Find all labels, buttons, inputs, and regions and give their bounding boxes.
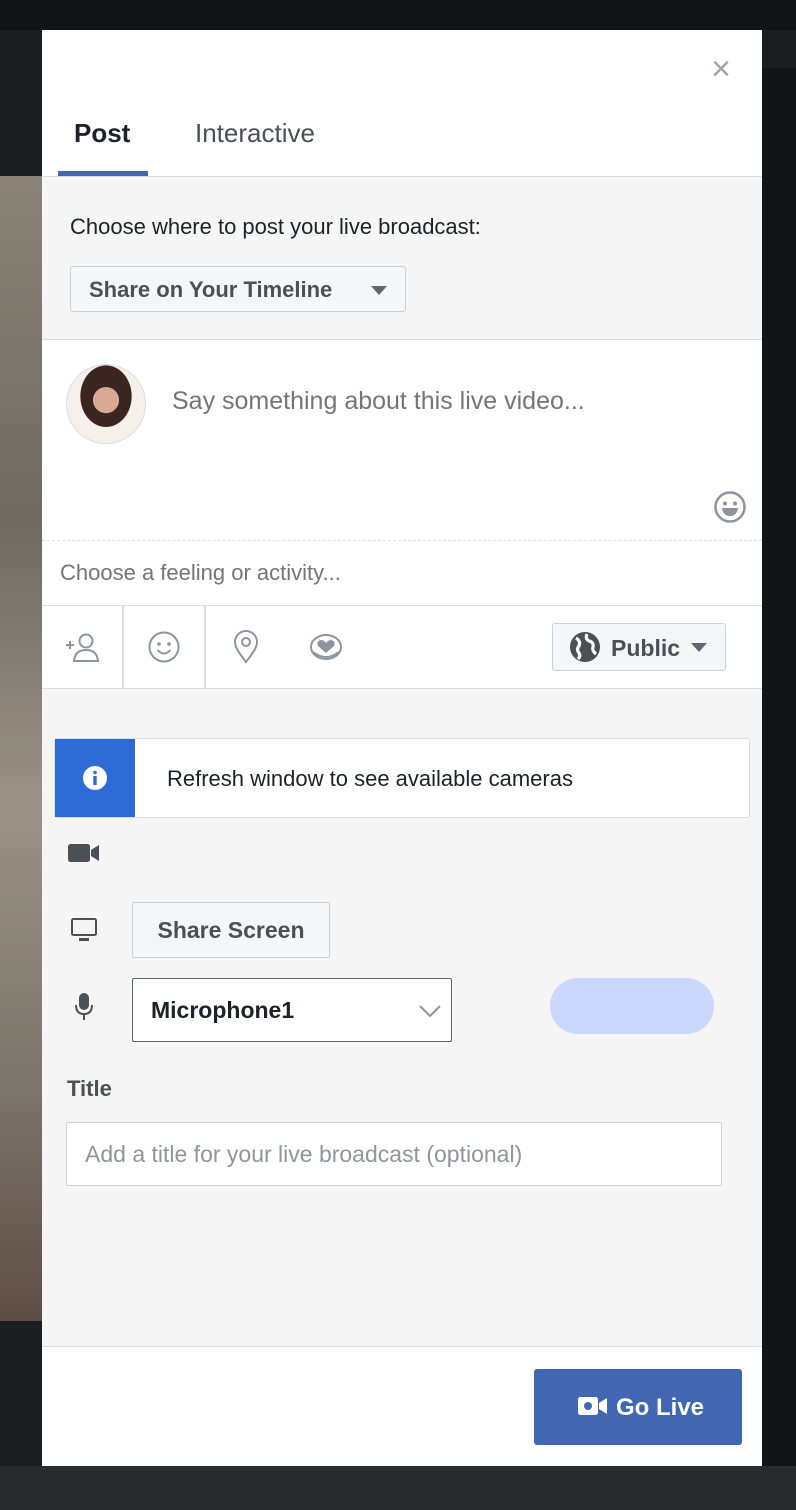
globe-icon: [570, 632, 600, 662]
chevron-down-icon: [419, 1005, 441, 1018]
avatar: [66, 364, 146, 444]
support-nonprofit-icon: [310, 634, 342, 660]
info-side-panel: [55, 739, 135, 817]
title-input[interactable]: [66, 1122, 722, 1186]
audience-selector[interactable]: Public: [552, 623, 726, 671]
compose-area: [42, 339, 762, 540]
tab-interactive[interactable]: Interactive: [195, 118, 315, 149]
location-icon: [233, 630, 259, 664]
microphone-label: Microphone1: [151, 997, 295, 1023]
microphone-icon: [75, 993, 93, 1020]
emoji-button[interactable]: [714, 491, 746, 523]
dialog-header: × Post Interactive: [42, 30, 762, 177]
background-bottom-bar: [0, 1466, 796, 1510]
info-notice: Refresh window to see available cameras: [54, 738, 750, 818]
info-icon: [83, 766, 107, 790]
title-label: Title: [67, 1076, 112, 1101]
feeling-row: [42, 540, 762, 606]
caret-down-icon: [371, 286, 387, 295]
monitor-icon: [71, 918, 97, 941]
go-live-label: Go Live: [616, 1394, 705, 1421]
live-video-dialog: × Post Interactive Choose where to post …: [42, 30, 762, 1466]
caret-down-icon: [691, 643, 707, 652]
support-nonprofit-button[interactable]: [286, 606, 366, 688]
background-top: [0, 0, 796, 30]
post-actions-bar: Public: [42, 606, 762, 689]
audience-label: Public: [611, 635, 681, 661]
go-live-button[interactable]: Go Live: [534, 1369, 742, 1445]
tab-post[interactable]: Post: [74, 118, 130, 149]
close-icon: ×: [711, 50, 731, 88]
tag-friends-button[interactable]: [42, 606, 124, 688]
status-input[interactable]: [170, 386, 734, 417]
video-camera-icon: [578, 1397, 607, 1415]
dialog-footer: Go Live: [42, 1346, 762, 1466]
close-button[interactable]: ×: [708, 52, 734, 86]
microphone-level-indicator: [550, 978, 714, 1034]
info-message: Refresh window to see available cameras: [167, 766, 573, 791]
feeling-icon: [148, 631, 180, 663]
emoji-icon: [714, 491, 746, 523]
tag-friends-icon: [66, 633, 100, 662]
video-camera-icon: [68, 844, 99, 862]
background-video-left: [0, 176, 42, 1321]
microphone-select[interactable]: Microphone1: [132, 978, 452, 1042]
share-destination-label: Share on Your Timeline: [89, 277, 333, 302]
share-screen-button[interactable]: Share Screen: [132, 902, 330, 958]
share-destination-dropdown[interactable]: Share on Your Timeline: [70, 266, 406, 312]
check-in-button[interactable]: [206, 606, 286, 688]
destination-prompt: Choose where to post your live broadcast…: [70, 214, 481, 239]
feeling-input[interactable]: [58, 559, 662, 587]
background-right: [762, 68, 796, 1468]
active-tab-indicator: [58, 171, 148, 176]
feeling-button[interactable]: [124, 606, 206, 688]
